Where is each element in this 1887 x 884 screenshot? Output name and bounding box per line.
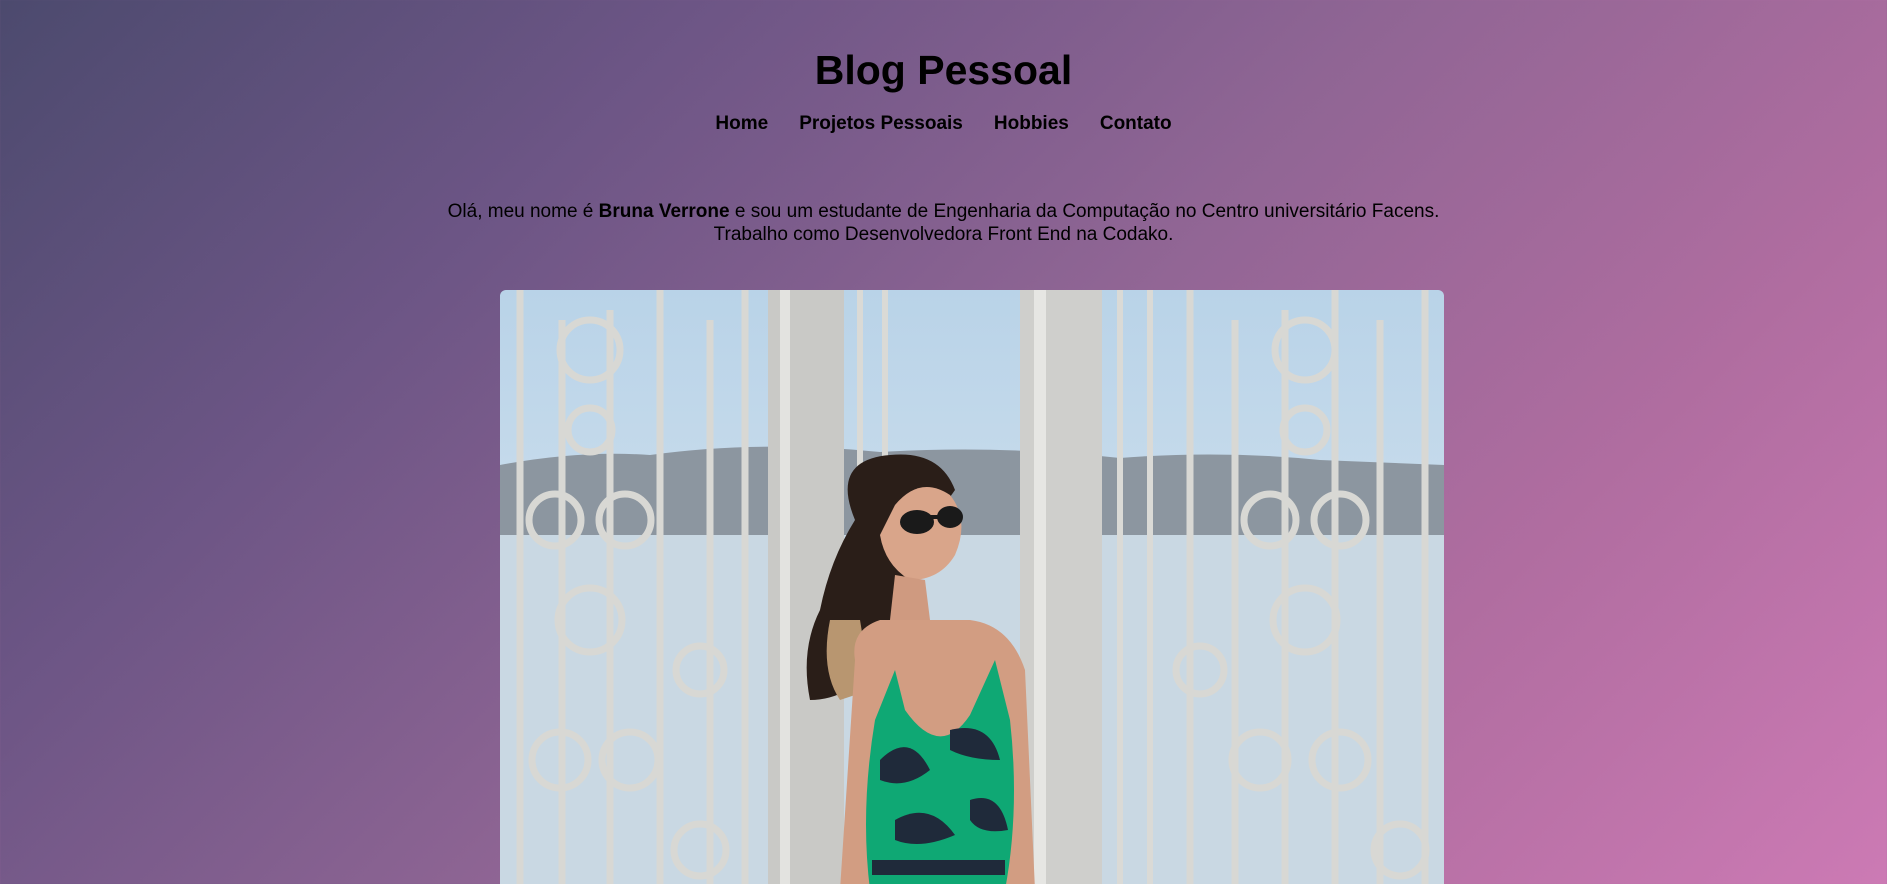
intro-suffix: e sou um estudante de Engenharia da Comp… <box>729 201 1440 222</box>
portrait-photo-icon <box>500 290 1444 884</box>
intro-text: Olá, meu nome é Bruna Verrone e sou um e… <box>0 200 1887 246</box>
nav-link-contato[interactable]: Contato <box>1100 112 1172 136</box>
nav-link-hobbies[interactable]: Hobbies <box>994 112 1069 136</box>
intro-line-2: Trabalho como Desenvolvedora Front End n… <box>713 224 1174 245</box>
nav-link-projetos-pessoais[interactable]: Projetos Pessoais <box>799 112 963 136</box>
intro-line-1: Olá, meu nome é Bruna Verrone e sou um e… <box>0 200 1887 223</box>
intro-prefix: Olá, meu nome é <box>447 201 599 222</box>
author-name: Bruna Verrone <box>598 201 730 222</box>
page-title: Blog Pessoal <box>814 47 1073 93</box>
main-nav: Home Projetos Pessoais Hobbies Contato <box>0 112 1887 136</box>
profile-photo <box>500 290 1444 884</box>
nav-link-home[interactable]: Home <box>715 112 768 136</box>
